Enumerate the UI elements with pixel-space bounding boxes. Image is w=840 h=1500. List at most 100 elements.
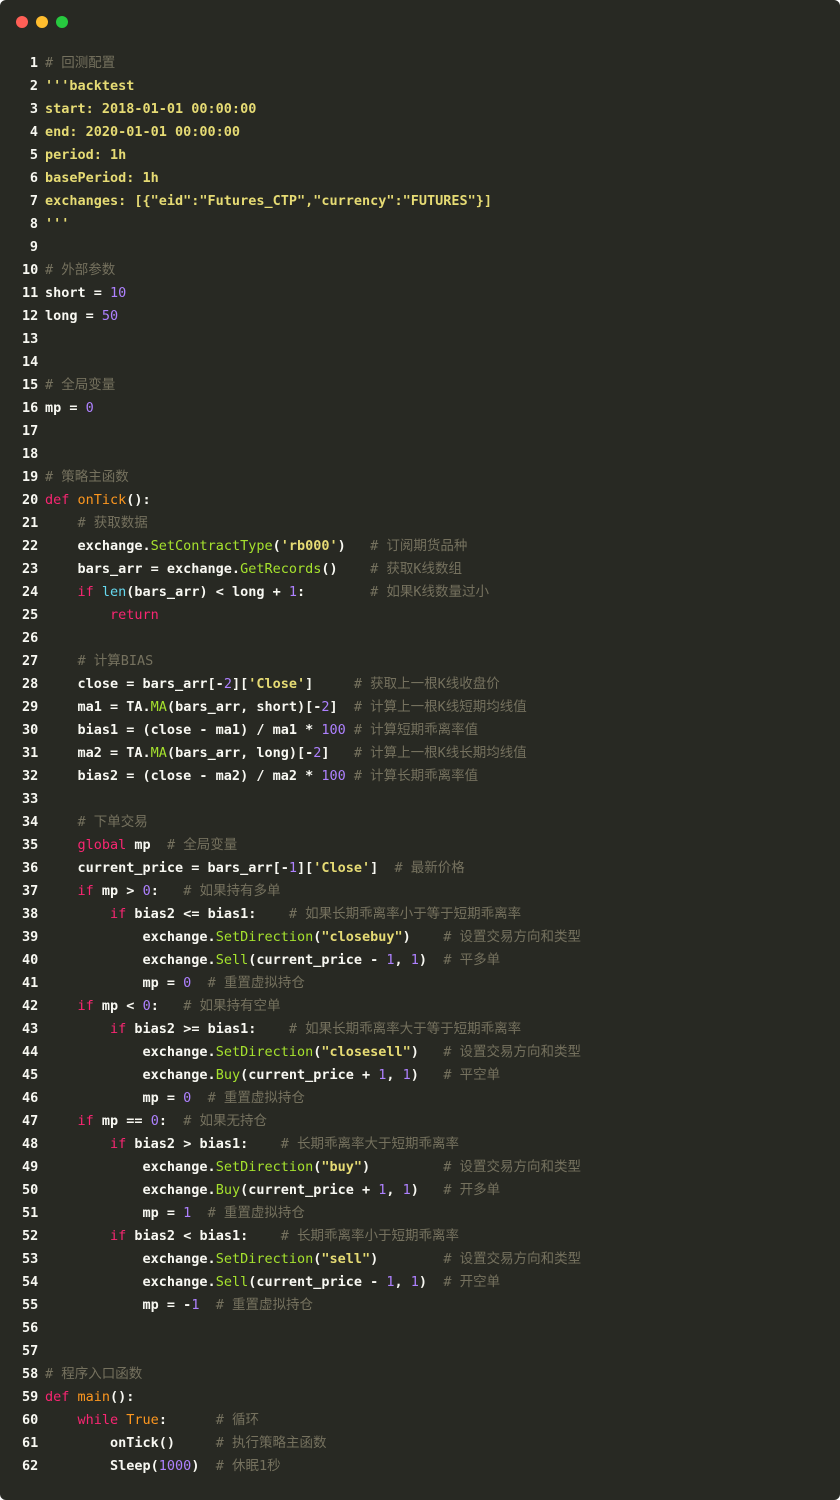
code-token: if bbox=[110, 1228, 127, 1244]
line-text: if mp == 0: # 如果无持仓 bbox=[45, 1110, 267, 1133]
line-text: # 外部参数 bbox=[45, 259, 115, 282]
code-token: 10 bbox=[110, 285, 127, 301]
code-token: ) bbox=[418, 1274, 444, 1290]
code-token: # 重置虚拟持仓 bbox=[207, 1090, 305, 1106]
code-token: 1 bbox=[288, 860, 297, 876]
maximize-window-dot-icon[interactable] bbox=[56, 16, 68, 28]
code-token: MA bbox=[150, 699, 167, 715]
line-number: 13 bbox=[22, 331, 39, 347]
code-token: 2 bbox=[223, 676, 232, 692]
code-token: # 设置交易方向和类型 bbox=[443, 1251, 582, 1267]
code-token: : bbox=[150, 883, 184, 899]
code-token: SetDirection bbox=[215, 929, 314, 945]
code-line: 9 bbox=[22, 236, 581, 259]
code-token: bars_arr = exchange. bbox=[45, 561, 241, 577]
line-number: 53 bbox=[22, 1251, 39, 1267]
code-token: period: 1h bbox=[45, 147, 127, 163]
code-line: 3 start: 2018-01-01 00:00:00 bbox=[22, 98, 581, 121]
code-token: onTick() bbox=[45, 1435, 216, 1451]
code-token: (): bbox=[126, 492, 151, 508]
code-line: 16 mp = 0 bbox=[22, 397, 581, 420]
code-line: 26 bbox=[22, 627, 581, 650]
code-token: # 如果长期乖离率小于等于短期乖离率 bbox=[288, 906, 522, 922]
code-token: # 计算上一根K线短期均线值 bbox=[353, 699, 527, 715]
code-token: mp = - bbox=[45, 1297, 192, 1313]
code-token: 'Close' bbox=[313, 860, 371, 876]
code-token: MA bbox=[150, 745, 167, 761]
line-number: 48 bbox=[22, 1136, 39, 1152]
line-number: 61 bbox=[22, 1435, 39, 1451]
code-token: ] bbox=[370, 860, 395, 876]
close-window-dot-icon[interactable] bbox=[16, 16, 28, 28]
code-line: 29 ma1 = TA.MA(bars_arr, short)[-2] # 计算… bbox=[22, 696, 581, 719]
code-token: short = bbox=[45, 285, 111, 301]
line-number: 7 bbox=[29, 193, 38, 209]
code-token: # 开空单 bbox=[443, 1274, 501, 1290]
code-token: # 开多单 bbox=[443, 1182, 501, 1198]
line-number: 20 bbox=[22, 492, 39, 508]
code-token: 'rb000' bbox=[280, 538, 338, 554]
code-token: Sleep( bbox=[45, 1458, 159, 1474]
line-number: 19 bbox=[22, 469, 39, 485]
code-line: 23 bars_arr = exchange.GetRecords() # 获取… bbox=[22, 558, 581, 581]
code-token: # 获取数据 bbox=[77, 515, 148, 531]
code-token: True bbox=[126, 1412, 159, 1428]
code-token: 1 bbox=[386, 1274, 395, 1290]
code-token: (current_price + bbox=[240, 1067, 379, 1083]
code-line: 54 exchange.Sell(current_price - 1, 1) #… bbox=[22, 1271, 581, 1294]
code-token: close = bars_arr[- bbox=[45, 676, 224, 692]
line-text: ma2 = TA.MA(bars_arr, long)[-2] # 计算上一根K… bbox=[45, 742, 527, 765]
code-line: 35 global mp # 全局变量 bbox=[22, 834, 581, 857]
code-token: 1000 bbox=[158, 1458, 192, 1474]
line-number: 52 bbox=[22, 1228, 39, 1244]
code-block[interactable]: 1 # 回测配置 2 '''backtest 3 start: 2018-01-01 00… bbox=[22, 52, 581, 1478]
code-token: 2 bbox=[321, 699, 330, 715]
line-text: ma1 = TA.MA(bars_arr, short)[-2] # 计算上一根… bbox=[45, 696, 527, 719]
code-token: current_price = bars_arr[- bbox=[45, 860, 289, 876]
code-token: 100 bbox=[321, 722, 346, 738]
line-number: 9 bbox=[29, 239, 38, 255]
code-token: # 长期乖离率大于短期乖离率 bbox=[280, 1136, 459, 1152]
code-token: # 如果持有多单 bbox=[183, 883, 281, 899]
code-token: ) bbox=[370, 1251, 444, 1267]
code-token: ) bbox=[362, 1159, 444, 1175]
code-token: long = bbox=[45, 308, 102, 324]
line-text: if bias2 <= bias1: # 如果长期乖离率小于等于短期乖离率 bbox=[45, 903, 521, 926]
code-line: 33 bbox=[22, 788, 581, 811]
code-token: exchange. bbox=[45, 538, 151, 554]
code-line: 8 ''' bbox=[22, 213, 581, 236]
line-number: 56 bbox=[22, 1320, 39, 1336]
line-text: exchange.SetDirection("sell") # 设置交易方向和类… bbox=[45, 1248, 582, 1271]
code-token: # 如果K线数量过小 bbox=[370, 584, 490, 600]
code-token: 1 bbox=[402, 1067, 411, 1083]
line-number: 17 bbox=[22, 423, 39, 439]
line-text: def main(): bbox=[45, 1386, 134, 1409]
code-line: 49 exchange.SetDirection("buy") # 设置交易方向… bbox=[22, 1156, 581, 1179]
minimize-window-dot-icon[interactable] bbox=[36, 16, 48, 28]
code-token: # 休眠1秒 bbox=[215, 1458, 281, 1474]
code-token: (): bbox=[110, 1389, 135, 1405]
line-text: period: 1h bbox=[45, 144, 126, 167]
code-token: end: 2020-01-01 00:00:00 bbox=[45, 124, 241, 140]
code-token: # 外部参数 bbox=[45, 262, 116, 278]
line-number: 38 bbox=[22, 906, 39, 922]
code-token: exchange. bbox=[45, 952, 216, 968]
line-text: mp = 1 # 重置虚拟持仓 bbox=[45, 1202, 305, 1225]
line-number: 16 bbox=[22, 400, 39, 416]
code-token: bias2 >= bias1: bbox=[126, 1021, 289, 1037]
code-token: Buy bbox=[215, 1067, 241, 1083]
line-number: 31 bbox=[22, 745, 39, 761]
line-number: 8 bbox=[29, 216, 38, 232]
code-token: # 长期乖离率小于短期乖离率 bbox=[280, 1228, 459, 1244]
line-number: 34 bbox=[22, 814, 39, 830]
line-text: mp = 0 bbox=[45, 397, 94, 420]
code-token: start: 2018-01-01 00:00:00 bbox=[45, 101, 257, 117]
line-number: 18 bbox=[22, 446, 39, 462]
code-token: # 重置虚拟持仓 bbox=[207, 975, 305, 991]
code-line: 50 exchange.Buy(current_price + 1, 1) # … bbox=[22, 1179, 581, 1202]
code-line: 18 bbox=[22, 443, 581, 466]
